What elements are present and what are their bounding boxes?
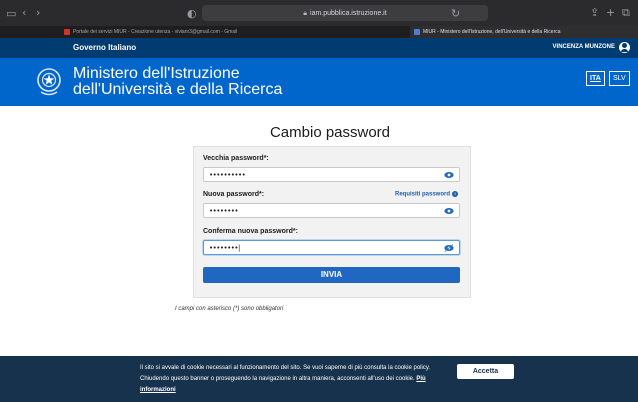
browser-tabs: Portale dei servizi MIUR - Creazione ute… [0, 26, 638, 38]
browser-toolbar: ▭ ‹ › ◐ 🔒︎ iam.pubblica.istruzione.it ↻ … [0, 0, 638, 26]
new-password-label: Nuova password*: [203, 191, 265, 198]
back-icon[interactable]: ‹ [22, 7, 26, 18]
cookie-banner: Il sito si avvale di cookie necessari al… [0, 356, 638, 402]
forward-icon[interactable]: › [36, 7, 40, 18]
accept-cookies-button[interactable]: Accetta [457, 364, 514, 379]
tab-label: MIUR - Ministero dell'Istruzione, dell'U… [423, 29, 561, 35]
tab-overview-icon[interactable]: ⧉ [622, 7, 630, 18]
old-password-value: •••••••••• [209, 171, 246, 179]
show-password-icon[interactable] [444, 244, 454, 252]
old-password-label: Vecchia password*: [203, 155, 269, 162]
info-icon: i [452, 191, 458, 197]
privacy-shield-icon[interactable]: ◐ [187, 8, 197, 19]
password-requirements-link[interactable]: Requisiti password i [395, 191, 458, 198]
government-title[interactable]: Governo Italiano [73, 43, 136, 52]
reload-icon[interactable]: ↻ [451, 8, 460, 19]
submit-button[interactable]: INVIA [203, 267, 460, 283]
new-password-value: •••••••• [209, 207, 239, 215]
republic-emblem-icon [37, 68, 61, 96]
required-fields-note: I campi con asterisco (*) sono obbligato… [175, 306, 284, 312]
confirm-password-value: ••••••••| [209, 244, 240, 252]
tab-gmail[interactable]: Portale dei servizi MIUR - Creazione ute… [60, 26, 390, 38]
cookie-text-block: Il sito si avvale di cookie necessari al… [140, 363, 458, 396]
new-password-field[interactable]: •••••••• [203, 203, 460, 218]
page-title: Cambio password [269, 124, 391, 141]
government-bar: Governo Italiano VINCENZA MUNZONE [0, 38, 638, 58]
miur-favicon-icon [414, 29, 420, 35]
password-requirements-text: Requisiti password [394, 191, 450, 198]
show-password-icon[interactable] [444, 171, 454, 179]
language-slv[interactable]: SLV [609, 71, 630, 86]
old-password-field[interactable]: •••••••••• [203, 167, 460, 182]
ministry-name[interactable]: Ministero dell'Istruzione dell'Universit… [73, 66, 282, 98]
site-header: Ministero dell'Istruzione dell'Universit… [0, 58, 638, 106]
share-icon[interactable]: ⇪ [590, 7, 599, 18]
address-bar[interactable]: 🔒︎ iam.pubblica.istruzione.it [202, 5, 488, 21]
ministry-name-line1: Ministero dell'Istruzione [73, 65, 240, 82]
confirm-password-field[interactable]: ••••••••| [203, 240, 460, 255]
user-name[interactable]: VINCENZA MUNZONE [553, 44, 615, 50]
cookie-text: Il sito si avvale di cookie necessari al… [140, 365, 431, 382]
address-url: iam.pubblica.istruzione.it [310, 9, 387, 17]
sidebar-icon[interactable]: ▭ [6, 8, 16, 19]
show-password-icon[interactable] [444, 207, 454, 215]
new-tab-icon[interactable]: + [606, 7, 615, 18]
gmail-icon [64, 29, 70, 35]
user-avatar-icon[interactable] [619, 42, 630, 53]
ministry-name-line2: dell'Università e della Ricerca [73, 81, 283, 98]
tab-miur[interactable]: MIUR - Ministero dell'Istruzione, dell'U… [410, 26, 638, 38]
language-ita[interactable]: ITA [586, 71, 605, 86]
confirm-password-label: Conferma nuova password*: [203, 228, 298, 235]
lock-icon: 🔒︎ [303, 8, 308, 17]
password-form: Vecchia password*: •••••••••• Nuova pass… [193, 146, 471, 298]
tab-label: Portale dei servizi MIUR - Creazione ute… [73, 29, 238, 35]
